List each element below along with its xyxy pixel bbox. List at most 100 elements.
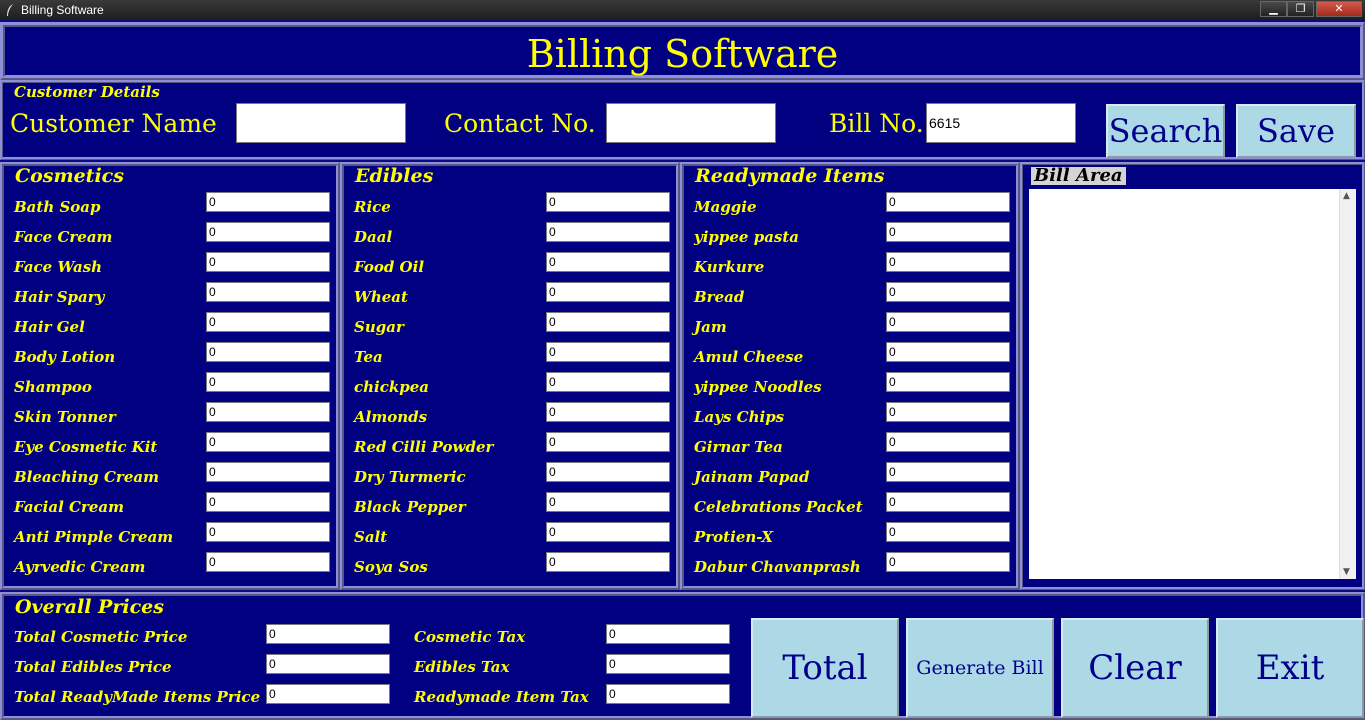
cosmetics-item-qty-input[interactable] (206, 432, 330, 452)
readymade-item-qty-input[interactable] (886, 342, 1010, 362)
edibles-item-qty-input[interactable] (546, 222, 670, 242)
overall-prices-frame: Overall Prices Total Cosmetic Price Tota… (0, 592, 1365, 720)
scroll-up-icon[interactable]: ▲ (1343, 191, 1350, 201)
save-button[interactable]: Save (1236, 104, 1356, 158)
cosmetics-item-qty-input[interactable] (206, 462, 330, 482)
edibles-item-label: chickpea (354, 378, 430, 396)
search-button[interactable]: Search (1106, 104, 1225, 158)
readymade-item-qty-input[interactable] (886, 372, 1010, 392)
contact-no-input[interactable] (606, 103, 776, 143)
edibles-item-qty-input[interactable] (546, 342, 670, 362)
cosmetics-item-qty-input[interactable] (206, 252, 330, 272)
readymade-item-qty-input[interactable] (886, 192, 1010, 212)
edibles-item-qty-input[interactable] (546, 192, 670, 212)
readymade-tax-input[interactable] (606, 684, 730, 704)
edibles-item-label: Tea (354, 348, 383, 366)
customer-details-title: Customer Details (11, 85, 163, 100)
readymade-item-label: Celebrations Packet (694, 498, 863, 516)
cosmetics-item-qty-input[interactable] (206, 372, 330, 392)
cosmetics-item-label: Hair Gel (14, 318, 85, 336)
readymade-item-label: Maggie (694, 198, 757, 216)
edibles-item-qty-input[interactable] (546, 402, 670, 422)
edibles-item-qty-input[interactable] (546, 282, 670, 302)
edibles-title: Edibles (352, 167, 437, 186)
exit-button[interactable]: Exit (1216, 618, 1364, 718)
total-cosmetic-label: Total Cosmetic Price (14, 628, 188, 646)
cosmetics-item-label: Body Lotion (14, 348, 116, 366)
cosmetics-title: Cosmetics (12, 167, 127, 186)
edibles-item-qty-input[interactable] (546, 312, 670, 332)
edibles-item-label: Wheat (354, 288, 408, 306)
edibles-item-qty-input[interactable] (546, 462, 670, 482)
readymade-item-label: yippee pasta (694, 228, 799, 246)
cosmetics-item-qty-input[interactable] (206, 312, 330, 332)
total-readymade-label: Total ReadyMade Items Price (14, 688, 261, 706)
cosmetics-item-label: Face Cream (14, 228, 113, 246)
window-titlebar: Billing Software ▁ ❐ ✕ (0, 0, 1365, 20)
cosmetic-tax-input[interactable] (606, 624, 730, 644)
edibles-item-label: Black Pepper (354, 498, 466, 516)
bill-textarea[interactable] (1029, 189, 1339, 579)
edibles-item-qty-input[interactable] (546, 252, 670, 272)
cosmetics-item-qty-input[interactable] (206, 192, 330, 212)
app-title: Billing Software (526, 32, 839, 76)
maximize-button[interactable]: ❐ (1287, 1, 1314, 17)
readymade-item-qty-input[interactable] (886, 222, 1010, 242)
readymade-item-label: Jam (694, 318, 727, 336)
scroll-down-icon[interactable]: ▼ (1343, 567, 1350, 577)
cosmetics-item-qty-input[interactable] (206, 492, 330, 512)
edibles-frame: Edibles Rice Daal Food Oil Wheat Sugar Tea chi… (340, 162, 680, 590)
readymade-item-qty-input[interactable] (886, 492, 1010, 512)
edibles-item-qty-input[interactable] (546, 432, 670, 452)
cosmetics-item-qty-input[interactable] (206, 282, 330, 302)
readymade-item-label: yippee Noodles (694, 378, 822, 396)
total-cosmetic-input[interactable] (266, 624, 390, 644)
readymade-title: Readymade Items (692, 167, 888, 186)
readymade-item-qty-input[interactable] (886, 462, 1010, 482)
readymade-item-qty-input[interactable] (886, 402, 1010, 422)
total-readymade-input[interactable] (266, 684, 390, 704)
edibles-item-qty-input[interactable] (546, 552, 670, 572)
edibles-item-qty-input[interactable] (546, 372, 670, 392)
bill-scrollbar[interactable]: ▲ ▼ (1339, 189, 1356, 579)
cosmetics-item-qty-input[interactable] (206, 342, 330, 362)
edibles-item-label: Salt (354, 528, 388, 546)
edibles-item-label: Dry Turmeric (354, 468, 466, 486)
edibles-item-label: Sugar (354, 318, 404, 336)
readymade-item-qty-input[interactable] (886, 522, 1010, 542)
readymade-item-qty-input[interactable] (886, 312, 1010, 332)
cosmetics-item-label: Face Wash (14, 258, 103, 276)
generate-bill-button[interactable]: Generate Bill (906, 618, 1054, 718)
edibles-tax-label: Edibles Tax (414, 658, 510, 676)
readymade-item-qty-input[interactable] (886, 282, 1010, 302)
edibles-item-qty-input[interactable] (546, 492, 670, 512)
minimize-button[interactable]: ▁ (1260, 1, 1287, 17)
cosmetics-item-qty-input[interactable] (206, 222, 330, 242)
cosmetics-item-qty-input[interactable] (206, 522, 330, 542)
readymade-frame: Readymade Items Maggie yippee pasta Kurkur… (680, 162, 1020, 590)
readymade-item-label: Protien-X (694, 528, 774, 546)
readymade-item-qty-input[interactable] (886, 432, 1010, 452)
bill-no-input[interactable] (926, 103, 1076, 143)
header-banner: Billing Software (0, 22, 1365, 80)
customer-name-input[interactable] (236, 103, 406, 143)
close-button[interactable]: ✕ (1316, 1, 1362, 17)
cosmetics-item-label: Anti Pimple Cream (14, 528, 174, 546)
edibles-item-qty-input[interactable] (546, 522, 670, 542)
cosmetics-item-qty-input[interactable] (206, 552, 330, 572)
edibles-tax-input[interactable] (606, 654, 730, 674)
bill-no-label: Bill No. (829, 109, 924, 138)
total-edibles-input[interactable] (266, 654, 390, 674)
clear-button[interactable]: Clear (1061, 618, 1209, 718)
readymade-item-label: Bread (694, 288, 745, 306)
total-button[interactable]: Total (751, 618, 899, 718)
readymade-item-label: Jainam Papad (694, 468, 810, 486)
readymade-item-label: Kurkure (694, 258, 765, 276)
cosmetics-item-qty-input[interactable] (206, 402, 330, 422)
edibles-item-label: Soya Sos (354, 558, 428, 576)
readymade-item-qty-input[interactable] (886, 252, 1010, 272)
readymade-item-qty-input[interactable] (886, 552, 1010, 572)
cosmetics-item-label: Skin Tonner (14, 408, 116, 426)
overall-prices-title: Overall Prices (12, 598, 167, 617)
cosmetics-item-label: Hair Spary (14, 288, 105, 306)
